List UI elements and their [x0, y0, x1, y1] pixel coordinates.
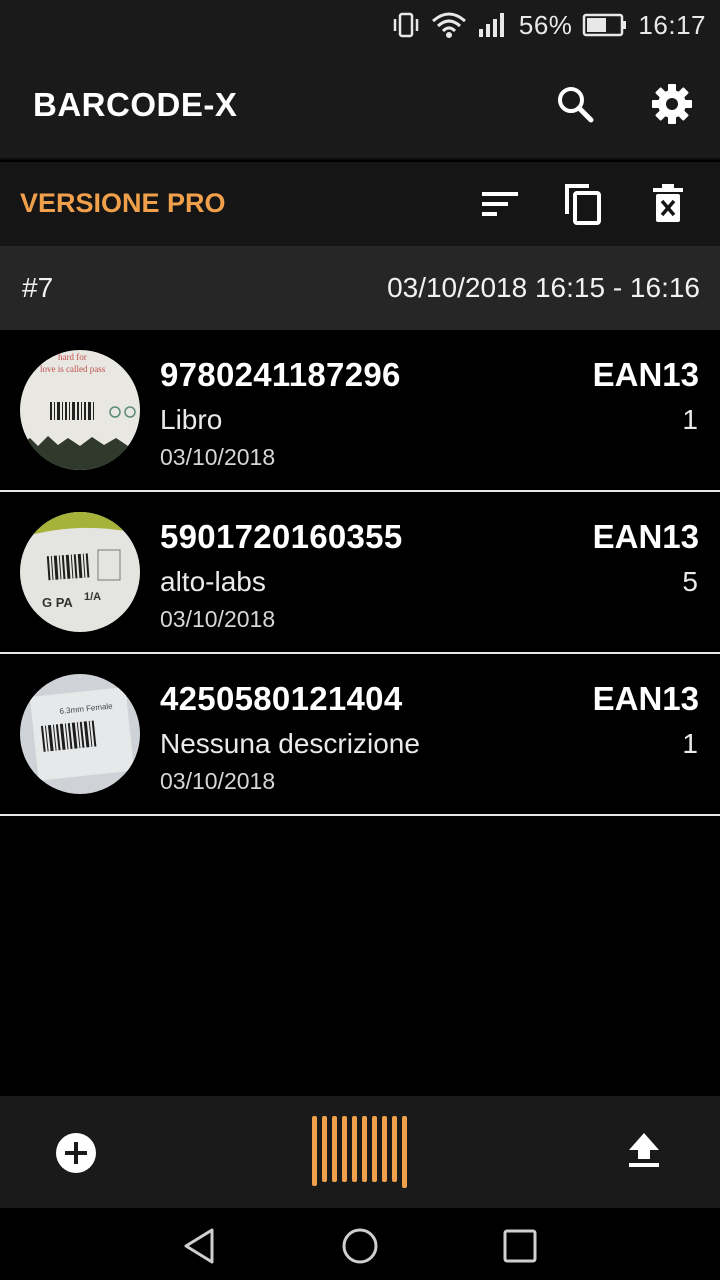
settings-icon [652, 84, 692, 124]
home-button[interactable] [340, 1226, 380, 1266]
upload-icon [629, 1133, 659, 1167]
back-button[interactable] [180, 1226, 220, 1266]
battery-percent: 56% [518, 9, 573, 40]
barcode-photo-thumbnail: hard for love is called pass [20, 350, 140, 470]
barcode-photo-thumbnail: 6.3mm Female [20, 674, 140, 794]
item-date: 03/10/2018 [160, 606, 276, 632]
scan-list: hard for love is called pass 97802411872… [0, 330, 720, 816]
barcode-value: 5901720160355 [160, 518, 403, 555]
scan-barcode-button[interactable] [310, 1114, 410, 1190]
item-quantity: 5 [682, 566, 698, 597]
sort-button[interactable] [478, 182, 522, 226]
item-description: alto-labs [160, 566, 266, 597]
barcode-type: EAN13 [592, 356, 699, 393]
recents-button[interactable] [500, 1226, 540, 1266]
session-id: #7 [22, 272, 54, 303]
system-nav-bar [0, 1208, 720, 1280]
add-item-button[interactable] [54, 1131, 98, 1175]
svg-text:1/A: 1/A [84, 591, 101, 603]
item-quantity: 1 [682, 404, 698, 435]
sort-icon [482, 192, 518, 216]
item-description: Nessuna descrizione [160, 728, 420, 759]
bottom-action-bar [0, 1096, 720, 1208]
list-item[interactable]: 6.3mm Female 4250580121404 Nessuna descr… [0, 654, 720, 816]
svg-text:G PA: G PA [42, 595, 73, 610]
copy-button[interactable] [561, 182, 605, 226]
app-bar: BARCODE-X [0, 50, 720, 160]
barcode-value: 4250580121404 [160, 680, 403, 717]
signal-icon [478, 13, 504, 37]
item-date: 03/10/2018 [160, 444, 276, 470]
status-bar: 56% 16:17 [0, 0, 720, 50]
action-toolbar: VERSIONE PRO [0, 162, 720, 246]
copy-icon [565, 184, 601, 225]
list-item[interactable]: G PA 1/A 5901720160355 alto-labs 03/10/2… [0, 492, 720, 654]
back-icon [184, 1228, 214, 1264]
wifi-icon [431, 12, 466, 38]
search-button[interactable] [553, 82, 597, 126]
barcode-type: EAN13 [592, 518, 699, 555]
export-button[interactable] [624, 1130, 664, 1170]
barcode-value: 9780241187296 [160, 356, 401, 393]
app-title: BARCODE-X [33, 86, 238, 123]
item-date: 03/10/2018 [160, 768, 276, 794]
recents-icon [503, 1229, 537, 1263]
add-icon [56, 1133, 96, 1173]
svg-text:love is called pass: love is called pass [40, 364, 106, 374]
vibrate-icon [393, 12, 419, 38]
item-quantity: 1 [682, 728, 698, 759]
barcode-type: EAN13 [592, 680, 699, 717]
delete-button[interactable] [646, 182, 690, 226]
barcode-photo-thumbnail: G PA 1/A [20, 512, 140, 632]
svg-text:hard for: hard for [58, 352, 87, 362]
pro-version-link[interactable]: VERSIONE PRO [20, 188, 226, 219]
battery-icon [583, 13, 627, 37]
barcode-scan-icon [312, 1116, 407, 1188]
home-icon [342, 1228, 378, 1264]
session-header[interactable]: #7 03/10/2018 16:15 - 16:16 [0, 246, 720, 330]
session-time-range: 03/10/2018 16:15 - 16:16 [387, 272, 700, 303]
clock: 16:17 [638, 9, 706, 40]
settings-button[interactable] [650, 82, 694, 126]
list-item[interactable]: hard for love is called pass 97802411872… [0, 330, 720, 492]
delete-icon [653, 184, 683, 222]
item-description: Libro [160, 404, 223, 435]
search-icon [558, 87, 594, 123]
